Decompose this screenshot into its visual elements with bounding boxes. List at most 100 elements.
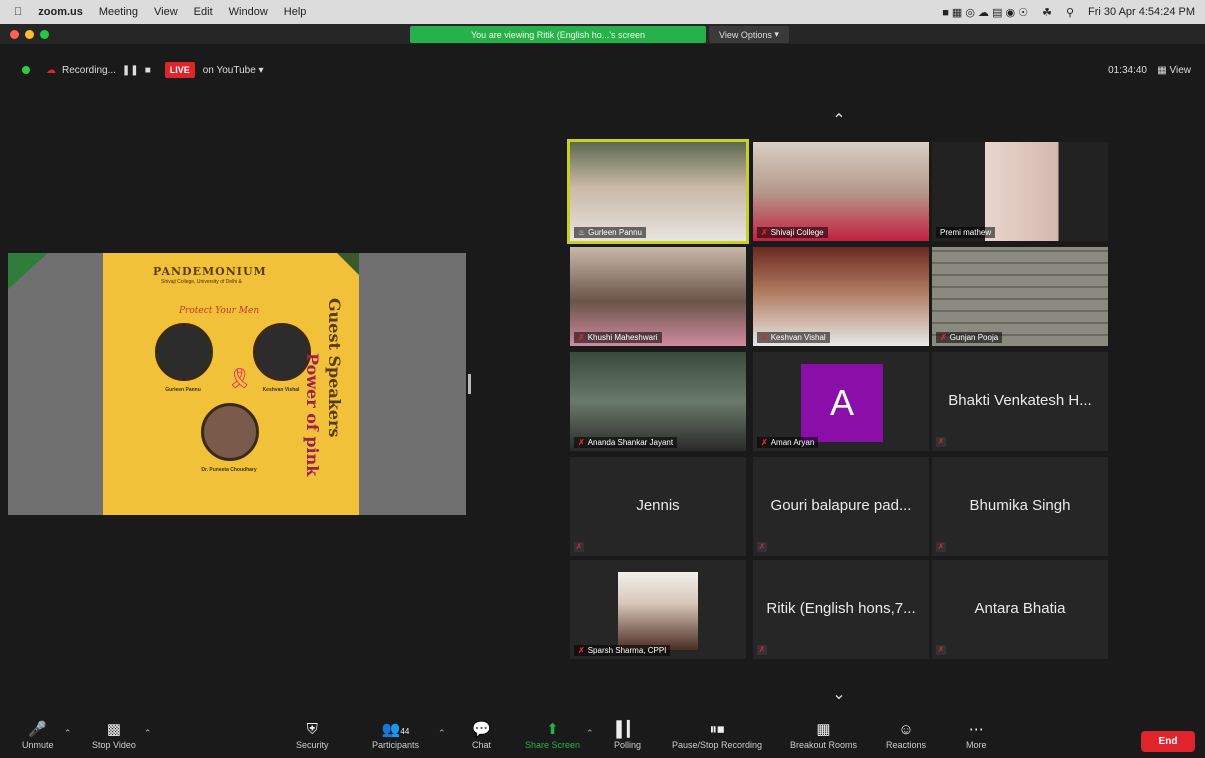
participant-tile[interactable]: ✗ Keshvan Vishal: [753, 247, 929, 346]
more-button[interactable]: ⋯ More: [966, 720, 987, 750]
muted-mic-icon: ✗: [578, 646, 585, 655]
participant-tile[interactable]: ✗ Ananda Shankar Jayant: [570, 352, 746, 451]
participant-tile[interactable]: Bhumika Singh ✗: [932, 457, 1108, 556]
participant-name-text: Keshvan Vishal: [770, 333, 826, 342]
participant-tile[interactable]: Bhakti Venkatesh H... ✗: [932, 352, 1108, 451]
participants-chevron-icon[interactable]: ⌃: [438, 728, 446, 739]
muted-mic-icon: ✗: [574, 542, 584, 552]
app-menu[interactable]: zoom.us: [38, 6, 83, 18]
mic-icon: ♨: [578, 228, 586, 237]
view-options-button[interactable]: View Options ▾: [709, 26, 789, 43]
muted-mic-icon: ✗: [761, 228, 768, 237]
participant-name: ✗ Gunjan Pooja: [936, 332, 1003, 343]
close-window-button[interactable]: [10, 30, 19, 39]
poster-corner: [337, 253, 359, 275]
speaker-name: Gurleen Pannu: [165, 387, 201, 393]
wifi-icon[interactable]: ☘: [1042, 6, 1052, 19]
zoom-window-button[interactable]: [40, 30, 49, 39]
speaker-name: Dr. Puneeta Choudhary: [201, 467, 257, 473]
breakout-rooms-label: Breakout Rooms: [790, 740, 858, 750]
participant-name-text: Ananda Shankar Jayant: [587, 438, 674, 447]
scroll-up-icon[interactable]: ⌃: [822, 110, 856, 129]
participants-button[interactable]: 👥44 Participants: [372, 720, 419, 750]
participant-tile[interactable]: ♨ Gurleen Pannu: [567, 139, 749, 244]
participant-name-text: Gurleen Pannu: [588, 228, 642, 237]
end-meeting-button[interactable]: End: [1141, 731, 1195, 752]
speaker-photo: [201, 403, 259, 461]
speaker-photo: [155, 323, 213, 381]
menu-window[interactable]: Window: [229, 6, 268, 18]
participant-tile[interactable]: Jennis ✗: [570, 457, 746, 556]
live-on-youtube-dropdown[interactable]: on YouTube ▾: [203, 65, 264, 76]
unmute-button[interactable]: 🎤 Unmute: [22, 720, 54, 750]
stop-recording-icon[interactable]: ■: [145, 65, 151, 76]
share-screen-chevron-icon[interactable]: ⌃: [586, 728, 594, 739]
scroll-down-icon[interactable]: ⌄: [822, 684, 856, 703]
menu-help[interactable]: Help: [284, 6, 307, 18]
shared-screen-decoration: [8, 253, 48, 289]
menubar-clock[interactable]: Fri 30 Apr 4:54:24 PM: [1088, 6, 1195, 18]
participant-tile[interactable]: ✗ Sparsh Sharma, CPPI: [570, 560, 746, 659]
participant-tile[interactable]: Antara Bhatia ✗: [932, 560, 1108, 659]
participant-name: ✗ Sparsh Sharma, CPPI: [574, 645, 671, 656]
poster-subtitle: Shivaji College, University of Delhi &: [161, 279, 242, 285]
participant-tile[interactable]: Ritik (English hons,7... ✗: [753, 560, 929, 659]
shield-status-icon[interactable]: [22, 66, 30, 74]
recording-label: Recording...: [62, 64, 116, 76]
audio-options-chevron-icon[interactable]: ⌃: [64, 728, 72, 739]
polling-button[interactable]: ▌▎ Polling: [614, 720, 641, 750]
participants-label: Participants: [372, 740, 420, 750]
participant-name-text: Aman Aryan: [770, 438, 815, 447]
viewing-screen-banner: You are viewing Ritik (English ho...'s s…: [410, 26, 706, 43]
poster-title: PANDEMONIUM: [153, 265, 267, 278]
participants-icon: 👥44: [381, 721, 410, 738]
search-icon[interactable]: ⚲: [1066, 6, 1074, 19]
participant-tile[interactable]: Gouri balapure pad... ✗: [753, 457, 929, 556]
shared-screen[interactable]: PANDEMONIUM Shivaji College, University …: [8, 253, 466, 515]
participant-tile[interactable]: ✗ Khushi Maheshwari: [570, 247, 746, 346]
share-screen-label: Share Screen: [525, 740, 581, 750]
reactions-button[interactable]: ☺ Reactions: [886, 720, 926, 750]
minimize-window-button[interactable]: [25, 30, 34, 39]
muted-mic-icon: ✗: [936, 542, 946, 552]
menu-edit[interactable]: Edit: [194, 6, 213, 18]
menu-meeting[interactable]: Meeting: [99, 6, 138, 18]
participant-name: ♨ Gurleen Pannu: [574, 227, 646, 238]
participants-count: 44: [400, 727, 410, 736]
cloud-icon: ☁: [46, 64, 56, 76]
chat-label: Chat: [472, 740, 492, 750]
poster-power-of-pink: Power of pink: [303, 353, 322, 477]
muted-mic-icon: ✗: [757, 542, 767, 552]
chat-button[interactable]: 💬 Chat: [472, 720, 491, 750]
ellipsis-icon: ⋯: [968, 721, 984, 738]
breakout-rooms-icon: ▦: [816, 721, 831, 738]
pause-stop-recording-button[interactable]: ⏸⏹ Pause/Stop Recording: [672, 720, 762, 750]
polling-label: Polling: [614, 740, 642, 750]
apple-icon[interactable]: : [14, 6, 22, 18]
meeting-topbar: ☁ Recording... ❚❚ ■ LIVE on YouTube ▾ 01…: [0, 58, 1205, 82]
view-button[interactable]: ▦ View: [1157, 65, 1191, 76]
participant-tile[interactable]: ✗ Gunjan Pooja: [932, 247, 1108, 346]
participant-name-text: Gouri balapure pad...: [770, 497, 912, 514]
split-view-handle[interactable]: [468, 374, 471, 394]
view-label: View: [1169, 64, 1192, 76]
on-youtube-label: on YouTube: [202, 64, 256, 76]
shield-icon: ⛨: [306, 721, 318, 738]
video-options-chevron-icon[interactable]: ⌃: [144, 728, 152, 739]
breakout-rooms-button[interactable]: ▦ Breakout Rooms: [790, 720, 857, 750]
muted-mic-icon: ✗: [578, 333, 585, 342]
share-screen-button[interactable]: ⬆ Share Screen: [525, 720, 580, 750]
security-button[interactable]: ⛨ Security: [296, 720, 329, 750]
view-options-label: View Options: [719, 29, 772, 40]
participant-name: ✗ Ananda Shankar Jayant: [574, 437, 678, 448]
participant-tile[interactable]: ✗ Shivaji College: [753, 142, 929, 241]
participant-tile[interactable]: A ✗ Aman Aryan: [753, 352, 929, 451]
participant-name: ✗ Keshvan Vishal: [757, 332, 830, 343]
participant-tile[interactable]: Premi mathew: [932, 142, 1108, 241]
status-icons[interactable]: ■ ▦ ◎ ☁ ▤ ◉ ☉: [942, 6, 1028, 19]
menu-view[interactable]: View: [154, 6, 178, 18]
muted-mic-icon: ✗: [936, 645, 946, 655]
pause-recording-icon[interactable]: ❚❚: [122, 65, 139, 76]
recording-indicator: ☁ Recording... ❚❚ ■: [46, 65, 151, 76]
stop-video-button[interactable]: ▩ Stop Video: [92, 720, 136, 750]
